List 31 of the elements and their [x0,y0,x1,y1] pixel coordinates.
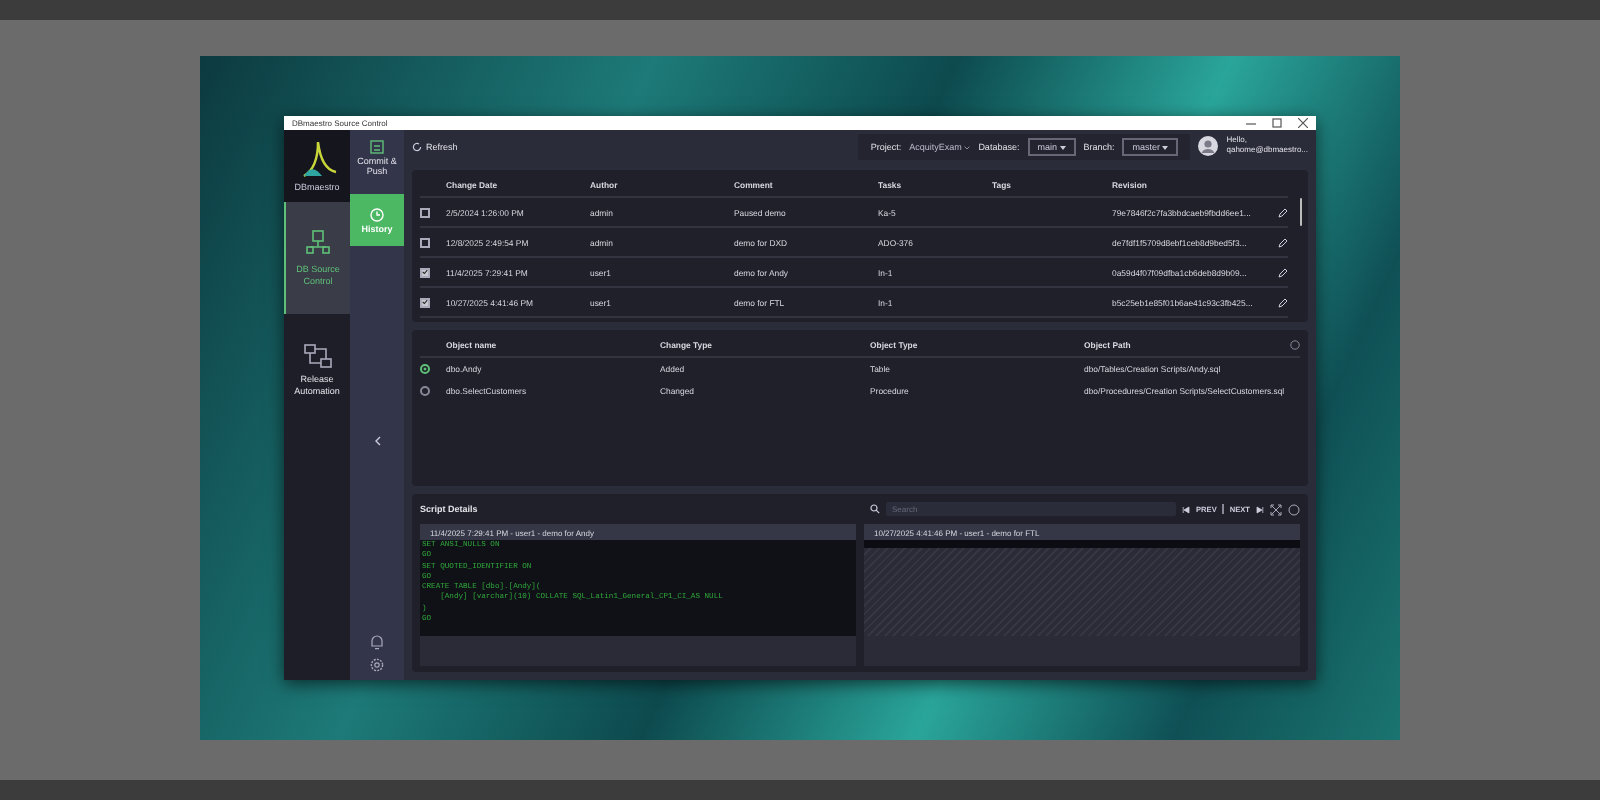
edit-icon[interactable] [1278,237,1288,247]
close-icon[interactable] [1298,118,1308,128]
clock-icon [370,207,384,221]
caret-icon [1059,145,1066,149]
avatar-icon[interactable] [1198,136,1219,156]
row-radio[interactable] [420,364,430,374]
edit-icon[interactable] [1278,267,1288,277]
document-icon [370,140,384,154]
bell-icon[interactable] [370,634,384,650]
first-icon[interactable] [1182,505,1191,513]
row-checkbox[interactable] [420,267,430,277]
edit-icon[interactable] [1278,207,1288,217]
edit-icon[interactable] [1278,297,1288,307]
maximize-icon[interactable] [1272,118,1282,128]
last-icon[interactable] [1256,505,1264,513]
settings-icon[interactable] [370,658,384,672]
info-icon[interactable] [1290,340,1300,350]
row-radio[interactable] [420,386,430,396]
row-checkbox[interactable] [420,237,430,247]
flow-icon [303,344,331,369]
scrollbar[interactable] [1299,198,1302,226]
info-icon[interactable] [1288,503,1300,515]
database-network-icon [306,230,330,254]
caret-icon [1162,145,1169,149]
row-checkbox[interactable] [420,207,430,217]
refresh-icon [412,141,422,151]
minimize-icon[interactable] [1246,118,1256,128]
search-icon [870,504,881,514]
row-checkbox[interactable] [420,297,430,307]
expand-icon[interactable] [1270,503,1282,515]
collapse-icon[interactable] [373,435,381,445]
